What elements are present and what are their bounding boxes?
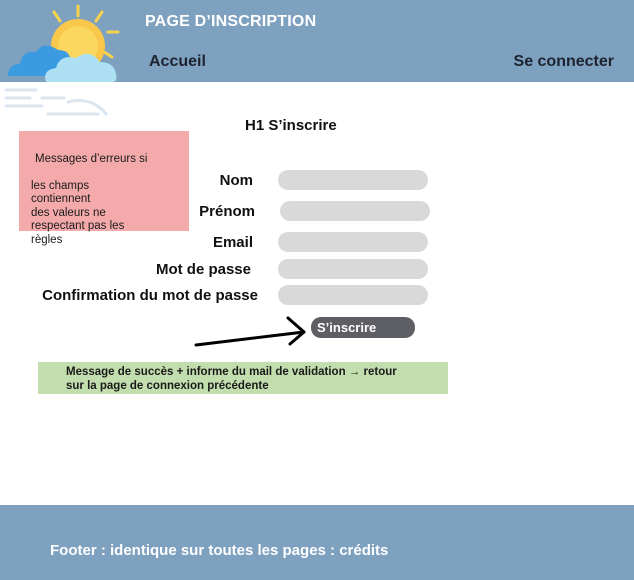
email-input[interactable] bbox=[278, 232, 428, 252]
footer-text: Footer : identique sur toutes les pages … bbox=[50, 542, 389, 559]
success-note-line-2: sur la page de connexion précédente bbox=[66, 379, 269, 392]
nom-input[interactable] bbox=[278, 170, 428, 190]
header: PAGE D’INSCRIPTION Accueil Se connecter bbox=[0, 0, 634, 116]
label-password: Mot de passe bbox=[155, 261, 251, 278]
password-input[interactable] bbox=[278, 259, 428, 279]
weather-sun-cloud-icon bbox=[4, 4, 120, 116]
label-nom: Nom bbox=[219, 172, 253, 189]
label-prenom: Prénom bbox=[199, 203, 255, 220]
signup-button[interactable]: S’inscrire bbox=[311, 317, 415, 338]
success-message-note: Message de succès + informe du mail de v… bbox=[38, 362, 448, 394]
nav-login-link[interactable]: Se connecter bbox=[514, 53, 614, 71]
label-password-confirm: Confirmation du mot de passe bbox=[42, 287, 258, 304]
prenom-input[interactable] bbox=[280, 201, 430, 221]
nav-home-link[interactable]: Accueil bbox=[149, 53, 206, 71]
label-email: Email bbox=[212, 234, 253, 251]
arrow-right-icon bbox=[194, 316, 306, 347]
error-note-text: les champs contiennent des valeurs ne re… bbox=[31, 179, 125, 246]
success-note-line-1: Message de succès + informe du mail de v… bbox=[66, 366, 397, 378]
error-message-note: Messages d’erreurs si les champs contien… bbox=[19, 131, 189, 246]
password-confirm-input[interactable] bbox=[278, 285, 428, 305]
page-title: PAGE D’INSCRIPTION bbox=[145, 13, 317, 30]
error-note-line: Messages d’erreurs si bbox=[35, 152, 148, 165]
page-heading: H1 S’inscrire bbox=[245, 117, 337, 134]
footer: Footer : identique sur toutes les pages … bbox=[0, 505, 634, 580]
